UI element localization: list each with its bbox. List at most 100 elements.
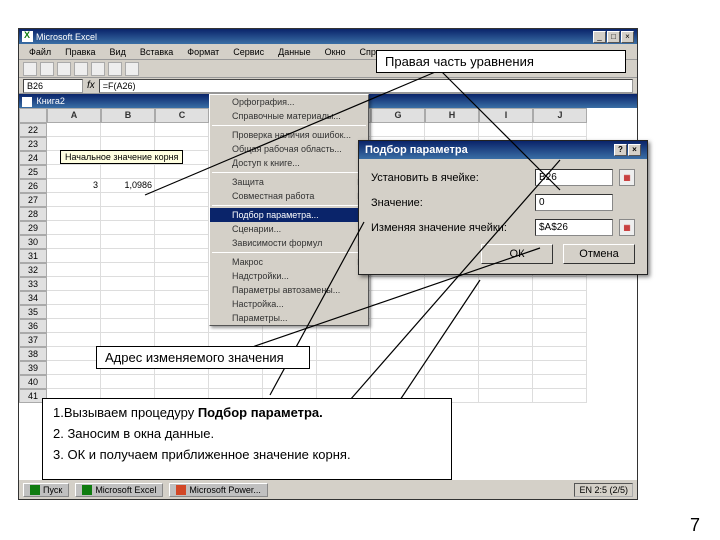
cell-D37[interactable] <box>209 333 263 347</box>
row-header[interactable]: 34 <box>19 291 47 305</box>
menu-item[interactable]: Совместная работа▶ <box>210 189 368 203</box>
cell-G33[interactable] <box>371 277 425 291</box>
cell-H38[interactable] <box>425 347 479 361</box>
cell-B36[interactable] <box>101 319 155 333</box>
changing-cell-input[interactable]: $A$26 <box>535 219 613 236</box>
row-header[interactable]: 26 <box>19 179 47 193</box>
cell-F37[interactable] <box>317 333 371 347</box>
cell-J34[interactable] <box>533 291 587 305</box>
dialog-help-button[interactable]: ? <box>614 144 627 156</box>
col-header[interactable]: I <box>479 108 533 123</box>
cell-G22[interactable] <box>371 123 425 137</box>
cell-C37[interactable] <box>155 333 209 347</box>
cell-A28[interactable] <box>47 207 101 221</box>
cell-A26[interactable]: 3 <box>47 179 101 193</box>
cell-H35[interactable] <box>425 305 479 319</box>
system-tray[interactable]: EN 2:5 (2/5) <box>574 483 633 497</box>
col-header[interactable]: J <box>533 108 587 123</box>
cell-E40[interactable] <box>263 375 317 389</box>
cell-A40[interactable] <box>47 375 101 389</box>
cell-B34[interactable] <box>101 291 155 305</box>
cell-I36[interactable] <box>479 319 533 333</box>
cell-C22[interactable] <box>155 123 209 137</box>
menu-item[interactable]: Справочные материалы... <box>210 109 368 123</box>
print-icon[interactable] <box>74 62 88 76</box>
menu-window[interactable]: Окно <box>319 46 352 58</box>
row-header[interactable]: 28 <box>19 207 47 221</box>
cut-icon[interactable] <box>91 62 105 76</box>
menu-item[interactable]: Проверка наличия ошибок... <box>210 128 368 142</box>
cell-G40[interactable] <box>371 375 425 389</box>
cell-G34[interactable] <box>371 291 425 305</box>
cell-I37[interactable] <box>479 333 533 347</box>
cell-I41[interactable] <box>479 389 533 403</box>
cell-H39[interactable] <box>425 361 479 375</box>
name-box[interactable]: B26 <box>23 79 83 93</box>
cell-B25[interactable] <box>101 165 155 179</box>
cell-B23[interactable] <box>101 137 155 151</box>
col-header[interactable]: A <box>47 108 101 123</box>
cell-B29[interactable] <box>101 221 155 235</box>
row-header[interactable]: 32 <box>19 263 47 277</box>
cell-C23[interactable] <box>155 137 209 151</box>
cell-C28[interactable] <box>155 207 209 221</box>
cell-E37[interactable] <box>263 333 317 347</box>
row-header[interactable]: 38 <box>19 347 47 361</box>
ref-picker-icon[interactable]: ▦ <box>619 169 635 186</box>
cell-C30[interactable] <box>155 235 209 249</box>
cell-C33[interactable] <box>155 277 209 291</box>
row-header[interactable]: 24 <box>19 151 47 165</box>
ref-picker-icon[interactable]: ▦ <box>619 219 635 236</box>
copy-icon[interactable] <box>108 62 122 76</box>
col-header[interactable]: B <box>101 108 155 123</box>
cell-C34[interactable] <box>155 291 209 305</box>
menu-item[interactable]: Общая рабочая область... <box>210 142 368 156</box>
cell-H40[interactable] <box>425 375 479 389</box>
cell-I38[interactable] <box>479 347 533 361</box>
row-header[interactable]: 30 <box>19 235 47 249</box>
cell-I40[interactable] <box>479 375 533 389</box>
cell-C32[interactable] <box>155 263 209 277</box>
taskbar-app-ppt[interactable]: Microsoft Power... <box>169 483 268 497</box>
cell-C40[interactable] <box>155 375 209 389</box>
cell-C27[interactable] <box>155 193 209 207</box>
row-header[interactable]: 35 <box>19 305 47 319</box>
cell-F38[interactable] <box>317 347 371 361</box>
menu-item[interactable]: Параметры автозамены... <box>210 283 368 297</box>
menu-tools[interactable]: Сервис <box>227 46 270 58</box>
cell-A23[interactable] <box>47 137 101 151</box>
cell-F39[interactable] <box>317 361 371 375</box>
row-header[interactable]: 36 <box>19 319 47 333</box>
row-header[interactable]: 27 <box>19 193 47 207</box>
cell-I33[interactable] <box>479 277 533 291</box>
start-button[interactable]: Пуск <box>23 483 69 497</box>
cell-A32[interactable] <box>47 263 101 277</box>
close-button[interactable]: × <box>621 31 634 43</box>
cell-B35[interactable] <box>101 305 155 319</box>
cell-B31[interactable] <box>101 249 155 263</box>
cell-J22[interactable] <box>533 123 587 137</box>
cell-A34[interactable] <box>47 291 101 305</box>
cell-A33[interactable] <box>47 277 101 291</box>
cell-C31[interactable] <box>155 249 209 263</box>
cancel-button[interactable]: Отмена <box>563 244 635 264</box>
cell-D40[interactable] <box>209 375 263 389</box>
menu-item[interactable]: Орфография... <box>210 95 368 109</box>
fx-icon[interactable]: fx <box>87 80 95 91</box>
cell-A29[interactable] <box>47 221 101 235</box>
cell-A27[interactable] <box>47 193 101 207</box>
cell-H33[interactable] <box>425 277 479 291</box>
row-header[interactable]: 23 <box>19 137 47 151</box>
cell-C29[interactable] <box>155 221 209 235</box>
set-cell-input[interactable]: B26 <box>535 169 613 186</box>
menu-item[interactable]: Подбор параметра... <box>210 208 368 222</box>
cell-H36[interactable] <box>425 319 479 333</box>
cell-J37[interactable] <box>533 333 587 347</box>
cell-B22[interactable] <box>101 123 155 137</box>
menu-item[interactable]: Доступ к книге... <box>210 156 368 170</box>
menu-item[interactable]: Настройка... <box>210 297 368 311</box>
row-header[interactable]: 29 <box>19 221 47 235</box>
cell-B27[interactable] <box>101 193 155 207</box>
row-header[interactable]: 22 <box>19 123 47 137</box>
cell-B33[interactable] <box>101 277 155 291</box>
